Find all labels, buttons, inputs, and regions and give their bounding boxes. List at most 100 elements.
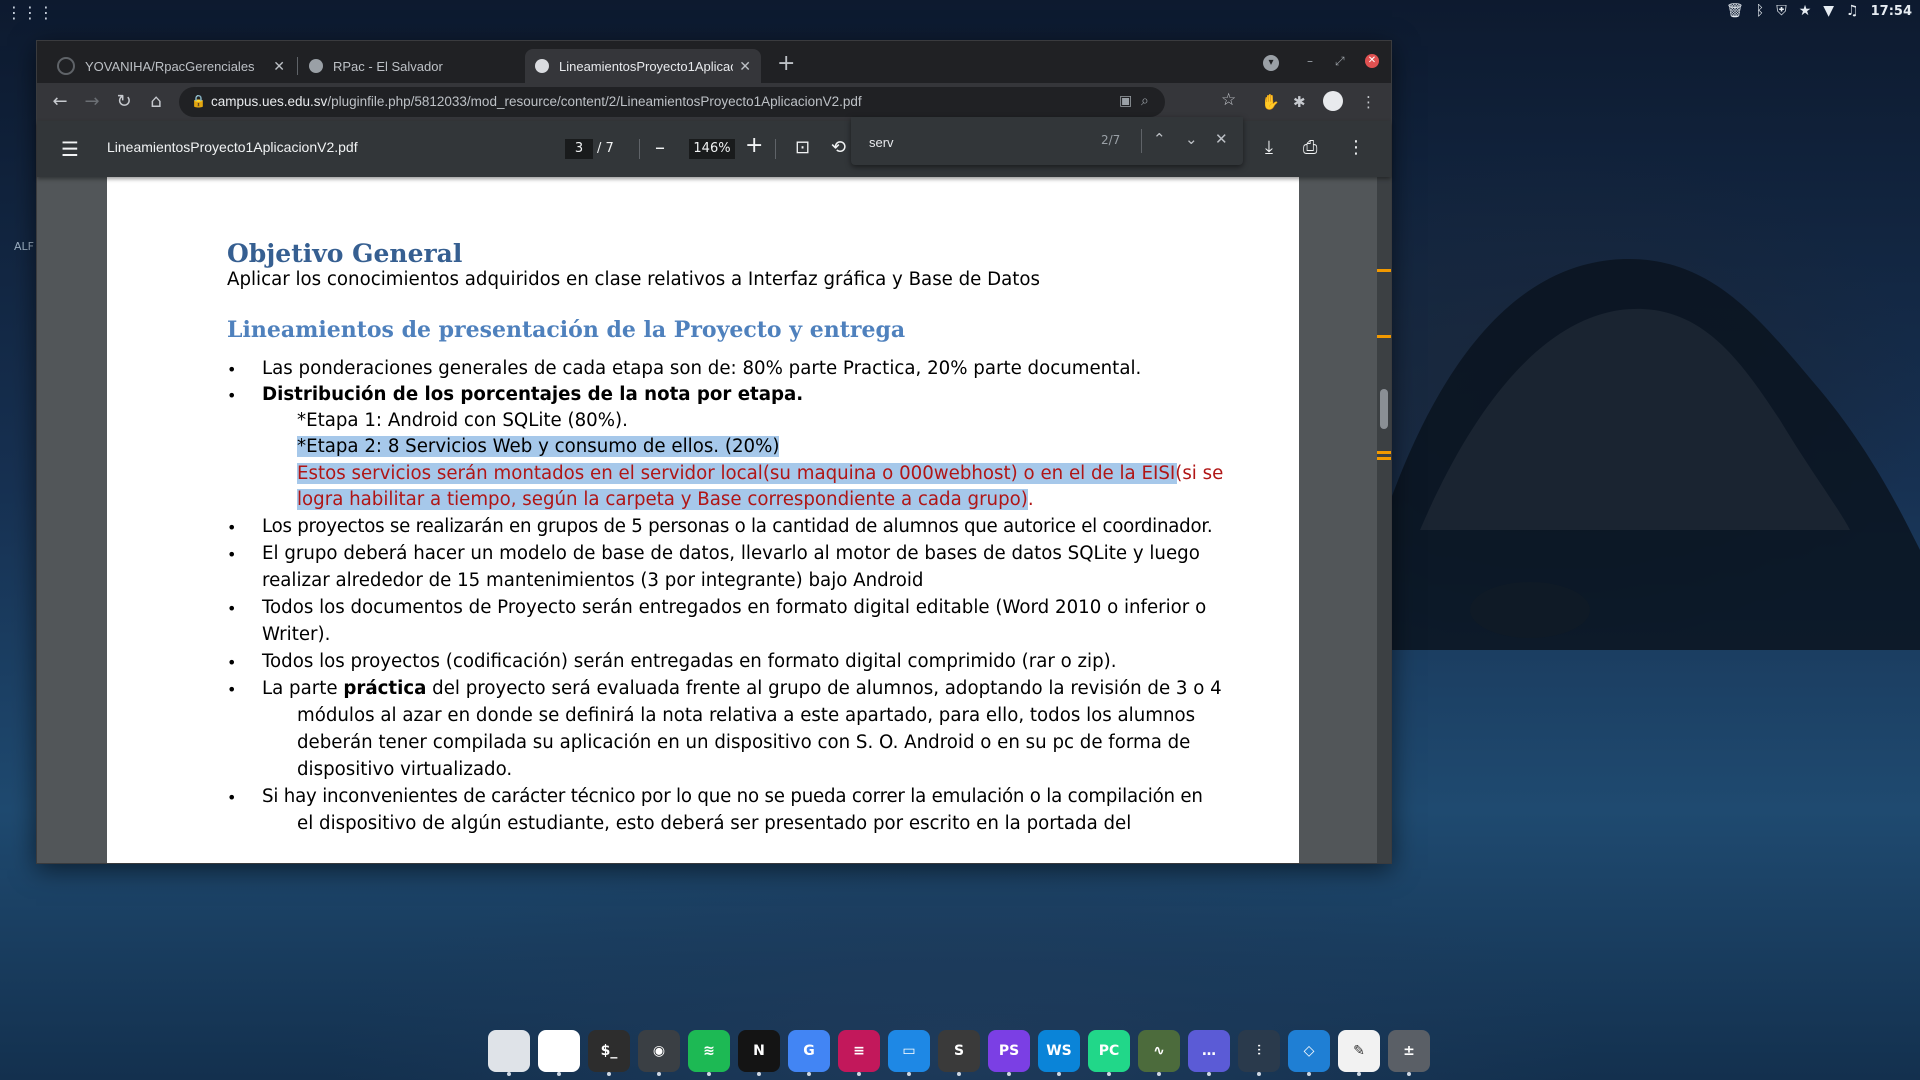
page-number-input[interactable]: 3	[565, 139, 593, 159]
bullet-documentos-l1: Todos los documentos de Proyecto serán e…	[262, 597, 1207, 618]
dock-files-icon[interactable]	[488, 1030, 530, 1076]
dock-terminal-icon[interactable]: $_	[588, 1030, 630, 1076]
dock-equalizer-icon[interactable]: ⫶	[1238, 1030, 1280, 1076]
bullet-distribucion: Distribución de los porcentajes de la no…	[262, 384, 804, 405]
close-tab-icon[interactable]: ✕	[739, 58, 751, 75]
home-button[interactable]: ⌂	[145, 91, 167, 113]
desktop-side-label: ALF	[14, 240, 34, 253]
back-button[interactable]: ←	[49, 91, 71, 113]
scroll-thumb[interactable]	[1380, 389, 1388, 429]
bullet-ponderaciones: Las ponderaciones generales de cada etap…	[262, 358, 1142, 379]
zoom-in-button[interactable]: +	[745, 133, 763, 158]
forward-button[interactable]: →	[81, 91, 103, 113]
page-total: / 7	[597, 141, 614, 156]
bluetooth-icon[interactable]: ᛒ	[1756, 3, 1764, 19]
tab-pdf[interactable]: LineamientosProyecto1AplicacionV2.pdf ✕	[525, 49, 761, 83]
servicios-line-2-end: .	[1027, 489, 1034, 510]
dock-running-indicator	[1057, 1072, 1061, 1076]
lock-icon[interactable]: 🔒	[191, 94, 206, 108]
find-input[interactable]	[867, 131, 1091, 153]
print-icon[interactable]: ⎙	[1303, 137, 1317, 158]
dock-running-indicator	[707, 1072, 711, 1076]
zoom-out-button[interactable]: –	[655, 135, 665, 159]
url-text[interactable]: campus.ues.edu.sv/pluginfile.php/5812033…	[211, 94, 862, 109]
music-icon[interactable]: ♫	[1846, 3, 1859, 19]
zoom-icon[interactable]: ⌕	[1141, 93, 1149, 109]
download-icon[interactable]: ⤓	[1265, 137, 1273, 158]
pdf-page: Objetivo General Aplicar los conocimient…	[107, 177, 1299, 863]
bullet-inconvenientes-l2: el dispositivo de algún estudiante, esto…	[297, 813, 1132, 834]
find-previous-icon[interactable]: ⌃	[1153, 130, 1166, 148]
pdf-title: LineamientosProyecto1AplicacionV2.pdf	[107, 139, 358, 155]
dock-translate-icon[interactable]: G	[788, 1030, 830, 1076]
dock-webstorm-icon[interactable]: WS	[1038, 1030, 1080, 1076]
dock-document-icon[interactable]: ▭	[888, 1030, 930, 1076]
globe-icon	[309, 59, 323, 73]
star-icon[interactable]: ★	[1799, 3, 1812, 19]
dock-spotify-icon[interactable]: ≋	[688, 1030, 730, 1076]
dock-screenshot-icon[interactable]: ◉	[638, 1030, 680, 1076]
bullet-codificacion: Todos los proyectos (codificación) serán…	[262, 651, 1117, 672]
profile-avatar[interactable]	[1323, 91, 1343, 111]
bullet: •	[227, 386, 237, 405]
dock-notes-icon[interactable]: ≡	[838, 1030, 880, 1076]
close-tab-icon[interactable]: ✕	[273, 58, 285, 75]
hamburger-menu-icon[interactable]: ☰	[61, 137, 79, 161]
browser-window: YOVANIHA/RpacGerenciales ✕ RPac - El Sal…	[36, 40, 1392, 864]
find-next-icon[interactable]: ⌄	[1185, 130, 1198, 148]
dock-running-indicator	[657, 1072, 661, 1076]
dock-phpstorm-icon[interactable]: PS	[988, 1030, 1030, 1076]
dock-chrome-icon[interactable]	[538, 1030, 580, 1076]
dock-netflix-icon[interactable]: N	[738, 1030, 780, 1076]
maximize-icon[interactable]: ⤢	[1335, 54, 1345, 69]
find-close-icon[interactable]: ✕	[1215, 130, 1228, 148]
tab-label: YOVANIHA/RpacGerenciales	[85, 58, 255, 74]
dock-running-indicator	[1307, 1072, 1311, 1076]
window-close-button[interactable]: ✕	[1365, 54, 1379, 68]
shield-icon[interactable]: ⛨	[1776, 3, 1787, 19]
fit-page-icon[interactable]: ⊡	[795, 137, 810, 158]
tab-search-icon[interactable]: ▾	[1263, 55, 1279, 71]
more-actions-icon[interactable]: ⋮	[1347, 137, 1365, 158]
bullet-modelo-l1: El grupo deberá hacer un modelo de base …	[262, 543, 1200, 564]
find-bar: 2/7 ⌃ ⌄ ✕	[851, 117, 1243, 165]
browser-menu-icon[interactable]: ⋮	[1361, 93, 1376, 111]
new-tab-button[interactable]: +	[777, 53, 795, 75]
dock: $_ ◉ ≋ N G ≡ ▭ S PS WS PC ∿… ⫶ ◇ ✎ ±	[488, 1030, 1430, 1076]
tab-strip: YOVANIHA/RpacGerenciales ✕ RPac - El Sal…	[37, 41, 1391, 83]
bullet-practica-l1: La parte práctica del proyecto será eval…	[262, 678, 1222, 699]
bullet: •	[227, 680, 237, 699]
page-info-icon[interactable]: ▣	[1119, 93, 1132, 109]
address-bar[interactable]: 🔒 campus.ues.edu.sv/pluginfile.php/58120…	[179, 87, 1165, 117]
find-match-marker	[1377, 451, 1391, 454]
dock-running-indicator	[1257, 1072, 1261, 1076]
dock-sublime-icon[interactable]: S	[938, 1030, 980, 1076]
top-panel: ⋮⋮⋮ 🗑 ᛒ ⛨ ★ ▼ ♫ 17:54	[0, 0, 1920, 26]
bookmark-star-icon[interactable]: ☆	[1221, 91, 1236, 109]
clock[interactable]: 17:54	[1871, 4, 1912, 19]
heading-lineamientos: Lineamientos de presentación de la Proye…	[227, 317, 906, 343]
wifi-icon[interactable]: ▼	[1823, 3, 1834, 19]
reload-button[interactable]: ↻	[113, 91, 135, 113]
tab-github[interactable]: YOVANIHA/RpacGerenciales ✕	[47, 49, 295, 83]
dock-terminal-2-icon[interactable]: …	[1188, 1030, 1230, 1076]
dock-calculator-icon[interactable]: ±	[1388, 1030, 1430, 1076]
tab-rpac[interactable]: RPac - El Salvador ✕	[299, 49, 549, 83]
trash-icon[interactable]: 🗑	[1726, 3, 1744, 19]
dock-text-editor-icon[interactable]: ✎	[1338, 1030, 1380, 1076]
extension-hand-icon[interactable]: ✋	[1261, 93, 1280, 111]
dock-running-indicator	[1357, 1072, 1361, 1076]
bullet-practica-l3: deberán tener compilada su aplicación en…	[297, 732, 1191, 753]
pdf-viewport[interactable]: Objetivo General Aplicar los conocimient…	[37, 177, 1391, 863]
system-tray: 🗑 ᛒ ⛨ ★ ▼ ♫ 17:54	[1726, 3, 1912, 19]
dock-vscode-icon[interactable]: ◇	[1288, 1030, 1330, 1076]
dock-monitor-icon[interactable]: ∿	[1138, 1030, 1180, 1076]
rotate-icon[interactable]: ⟲	[831, 137, 846, 158]
dock-pycharm-icon[interactable]: PC	[1088, 1030, 1130, 1076]
pdf-scrollbar[interactable]	[1377, 177, 1391, 863]
extensions-puzzle-icon[interactable]: ✱	[1293, 93, 1306, 111]
browser-toolbar: ← → ↻ ⌂ 🔒 campus.ues.edu.sv/pluginfile.p…	[37, 83, 1391, 121]
minimize-icon[interactable]: –	[1307, 54, 1313, 68]
apps-grid-icon[interactable]: ⋮⋮⋮	[6, 4, 54, 22]
zoom-level-input[interactable]: 146%	[689, 139, 735, 159]
